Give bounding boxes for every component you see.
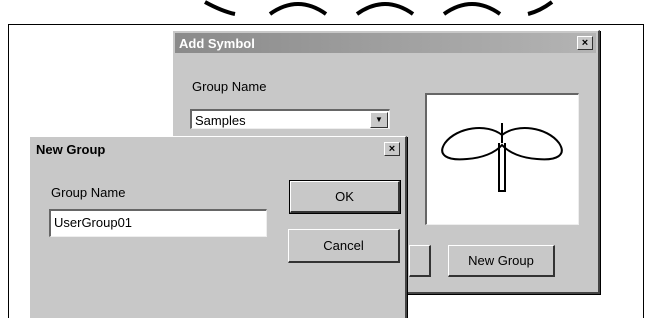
add-symbol-group-name-label: Group Name — [192, 79, 267, 94]
group-select-value: Samples — [195, 113, 246, 128]
group-name-input[interactable]: UserGroup01 — [49, 209, 267, 237]
add-symbol-title: Add Symbol — [179, 36, 255, 51]
propeller-symbol — [441, 123, 563, 192]
cancel-label: Cancel — [323, 238, 364, 253]
new-group-group-name-label: Group Name — [51, 185, 126, 200]
new-group-titlebar[interactable]: New Group × — [32, 139, 403, 159]
new-group-label: New Group — [468, 253, 534, 268]
symbol-preview — [425, 93, 579, 225]
new-group-dialog: New Group × Group Name UserGroup01 OK Ca… — [29, 136, 407, 318]
chevron-down-icon[interactable]: ▼ — [370, 112, 388, 128]
new-group-title: New Group — [36, 142, 106, 157]
cancel-button[interactable]: Cancel — [288, 229, 400, 263]
decorative-top-arcs — [204, 0, 554, 16]
close-icon[interactable]: × — [384, 142, 400, 156]
add-symbol-partial-button[interactable] — [409, 245, 431, 277]
ok-button[interactable]: OK — [289, 180, 401, 214]
group-select[interactable]: Samples ▼ — [190, 109, 390, 129]
close-icon[interactable]: × — [577, 36, 593, 50]
new-group-button[interactable]: New Group — [448, 245, 555, 277]
add-symbol-titlebar[interactable]: Add Symbol × — [175, 33, 596, 53]
group-name-input-value: UserGroup01 — [54, 215, 133, 230]
ok-label: OK — [335, 189, 354, 204]
